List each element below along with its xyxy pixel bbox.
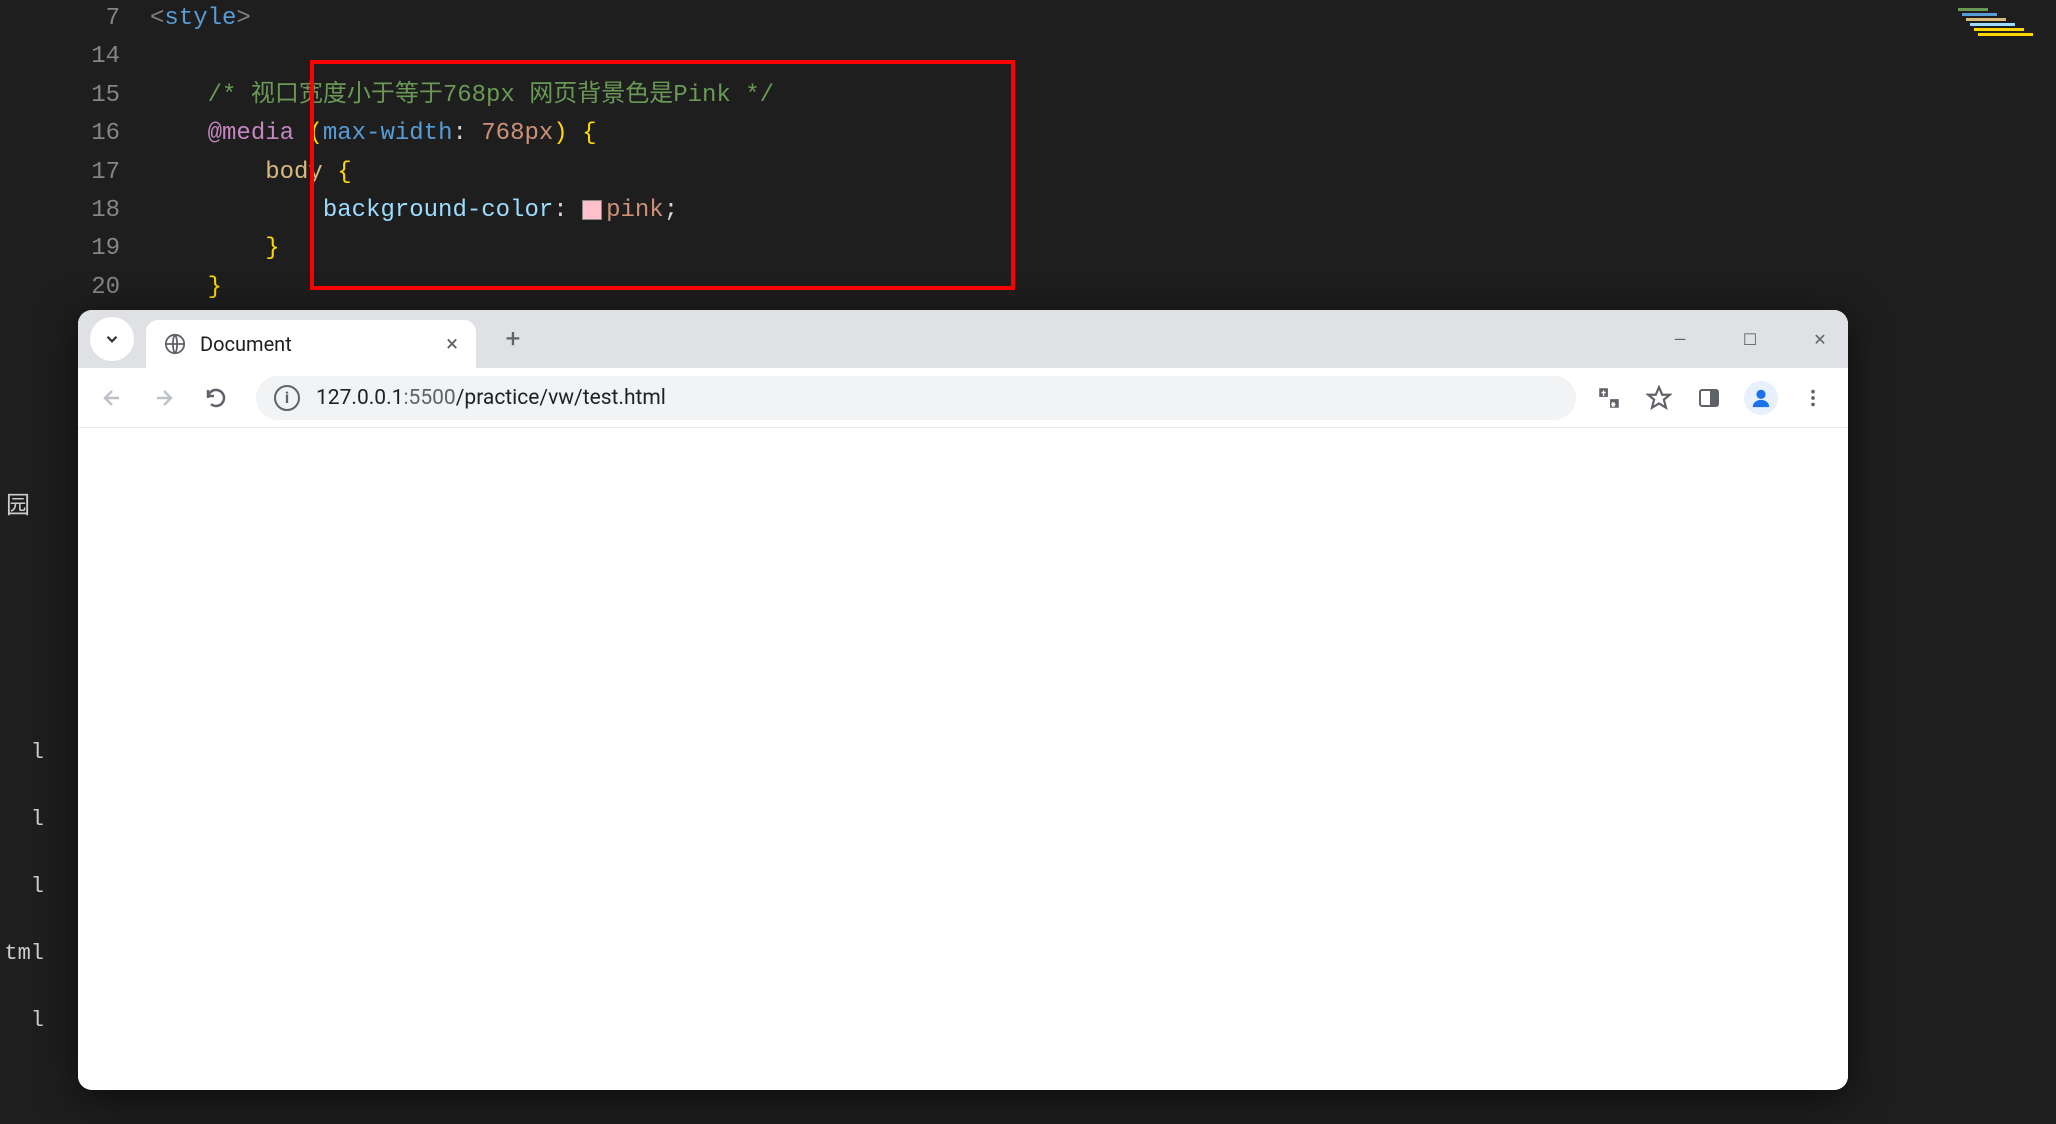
address-bar[interactable]: i 127.0.0.1:5500/practice/vw/test.html <box>256 376 1576 420</box>
file-tree-item-fragment: l <box>0 807 50 832</box>
side-panel-icon <box>1697 386 1721 410</box>
code-editor[interactable]: 7<style>1415 /* 视口宽度小于等于768px 网页背景色是Pink… <box>0 0 2056 310</box>
line-content[interactable]: } <box>150 230 280 268</box>
arrow-right-icon <box>152 386 176 410</box>
line-number: 17 <box>80 154 150 192</box>
minimize-button[interactable]: — <box>1666 330 1694 349</box>
profile-button[interactable] <box>1744 381 1778 415</box>
close-tab-button[interactable]: × <box>446 332 458 357</box>
browser-tab[interactable]: Document × <box>146 320 476 368</box>
code-line[interactable]: 14 <box>0 38 2056 76</box>
url-path: /practice/vw/test.html <box>456 386 666 410</box>
line-content[interactable]: } <box>150 269 222 307</box>
browser-window: Document × + — ☐ ✕ i 127.0.0.1:5500/prac… <box>78 310 1848 1090</box>
file-tree-item-fragment: l <box>0 740 50 765</box>
code-line[interactable]: 19 } <box>0 230 2056 268</box>
translate-button[interactable] <box>1594 383 1624 413</box>
line-content[interactable]: background-color: pink; <box>150 192 678 230</box>
line-content[interactable]: /* 视口宽度小于等于768px 网页背景色是Pink */ <box>150 77 774 115</box>
toolbar-right-actions <box>1594 381 1836 415</box>
reload-button[interactable] <box>194 376 238 420</box>
profile-icon <box>1750 387 1772 409</box>
page-viewport[interactable] <box>78 428 1848 1090</box>
sidebar-fragment: 园 <box>6 485 30 521</box>
code-line[interactable]: 17 body { <box>0 154 2056 192</box>
line-content[interactable]: body { <box>150 154 352 192</box>
tab-title: Document <box>200 332 292 356</box>
new-tab-button[interactable]: + <box>494 320 532 358</box>
kebab-menu-icon <box>1802 387 1824 409</box>
tab-search-button[interactable] <box>90 317 134 361</box>
chevron-down-icon <box>103 330 121 348</box>
file-tree-item-fragment: tml <box>0 941 50 966</box>
code-line[interactable]: 18 background-color: pink; <box>0 192 2056 230</box>
back-button[interactable] <box>90 376 134 420</box>
line-content[interactable]: <style> <box>150 0 251 38</box>
file-tree-item-fragment: l <box>0 874 50 899</box>
url-host: 127.0.0.1 <box>316 386 403 410</box>
url-port: :5500 <box>403 386 455 410</box>
reload-icon <box>204 386 228 410</box>
site-info-icon[interactable]: i <box>274 385 300 411</box>
line-number: 7 <box>80 0 150 38</box>
line-number: 14 <box>80 38 150 76</box>
editor-minimap[interactable] <box>1958 6 2048 66</box>
globe-icon <box>164 333 186 355</box>
line-content[interactable]: @media (max-width: 768px) { <box>150 115 597 153</box>
star-icon <box>1646 385 1672 411</box>
arrow-left-icon <box>100 386 124 410</box>
forward-button[interactable] <box>142 376 186 420</box>
line-number: 16 <box>80 115 150 153</box>
code-line[interactable]: 20 } <box>0 269 2056 307</box>
line-number: 20 <box>80 269 150 307</box>
code-line[interactable]: 16 @media (max-width: 768px) { <box>0 115 2056 153</box>
line-number: 19 <box>80 230 150 268</box>
close-window-button[interactable]: ✕ <box>1806 330 1834 349</box>
line-number: 15 <box>80 77 150 115</box>
file-tree-fragment: l l l tml l <box>0 740 50 1075</box>
maximize-button[interactable]: ☐ <box>1736 330 1764 349</box>
window-controls: — ☐ ✕ <box>1666 310 1834 368</box>
translate-icon <box>1596 385 1622 411</box>
side-panel-button[interactable] <box>1694 383 1724 413</box>
bookmark-button[interactable] <box>1644 383 1674 413</box>
tab-strip: Document × + — ☐ ✕ <box>78 310 1848 368</box>
browser-toolbar: i 127.0.0.1:5500/practice/vw/test.html <box>78 368 1848 428</box>
line-number: 18 <box>80 192 150 230</box>
menu-button[interactable] <box>1798 383 1828 413</box>
code-line[interactable]: 15 /* 视口宽度小于等于768px 网页背景色是Pink */ <box>0 77 2056 115</box>
code-line[interactable]: 7<style> <box>0 0 2056 38</box>
file-tree-item-fragment: l <box>0 1008 50 1033</box>
